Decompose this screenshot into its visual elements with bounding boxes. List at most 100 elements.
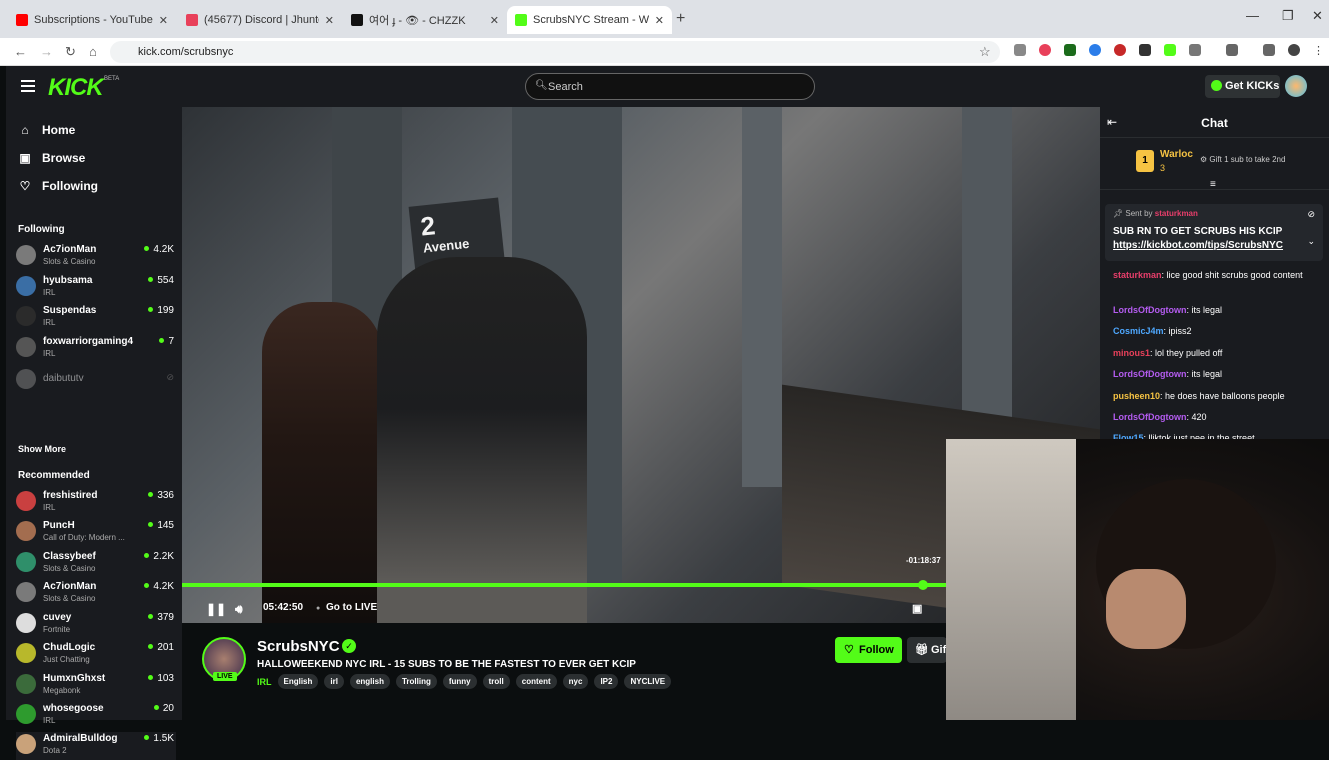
channel-item[interactable]: HumxnGhxst Megabonk 103 xyxy=(16,672,176,700)
minimize-button[interactable]: — xyxy=(1246,8,1259,23)
sidebar-item-home[interactable]: ⌂ Home xyxy=(18,123,75,137)
progress-handle[interactable] xyxy=(918,580,928,590)
gift-button[interactable]: 🎁︎ Gift xyxy=(907,637,947,663)
channel-item-offline[interactable]: daibututv ⊘ xyxy=(16,367,176,395)
tag[interactable]: NYCLIVE xyxy=(624,674,672,689)
chat-message: CosmicJ4m: ipiss2 xyxy=(1113,325,1319,338)
sidebar-item-following[interactable]: ♡ Following xyxy=(18,179,98,193)
person-figure xyxy=(377,257,587,623)
chat-user[interactable]: staturkman xyxy=(1113,270,1162,280)
tab-chzzk[interactable]: 여어 ɟ - 👁 - CHZZK ✕ xyxy=(343,6,507,34)
pause-icon[interactable]: ❚❚ xyxy=(206,602,226,616)
avatar xyxy=(16,613,36,633)
close-window-button[interactable]: ✕ xyxy=(1312,8,1323,24)
chat-user[interactable]: LordsOfDogtown xyxy=(1113,305,1187,315)
expand-icon[interactable]: ≡ xyxy=(1210,179,1216,190)
tag[interactable]: English xyxy=(277,674,319,689)
channel-item[interactable]: AdmiralBulldog Dota 2 1.5K xyxy=(16,732,176,760)
chat-text: : lol they pulled off xyxy=(1150,348,1223,358)
extension-icon[interactable] xyxy=(1114,44,1126,56)
pinned-user[interactable]: staturkman xyxy=(1155,209,1198,218)
bookmark-star-icon[interactable]: ☆ xyxy=(979,44,991,60)
show-more-button[interactable]: Show More xyxy=(18,444,66,454)
close-icon[interactable]: ✕ xyxy=(159,14,168,27)
channel-item[interactable]: foxwarriorgaming4 IRL 7 xyxy=(16,335,176,363)
follow-button[interactable]: ♡ Follow xyxy=(835,637,902,663)
reading-list-icon[interactable] xyxy=(1263,44,1275,56)
tab-youtube[interactable]: Subscriptions - YouTube ✕ xyxy=(8,6,176,34)
kick-logo[interactable]: KICK xyxy=(48,74,104,102)
tag[interactable]: troll xyxy=(482,674,510,689)
profile-icon[interactable] xyxy=(1288,44,1300,56)
extension-icon[interactable] xyxy=(1164,44,1176,56)
forward-icon[interactable]: → xyxy=(40,44,53,59)
pinned-link[interactable]: https://kickbot.com/tips/ScrubsNYC xyxy=(1113,240,1313,251)
channel-name: Suspendas xyxy=(43,305,97,316)
channel-item[interactable]: freshistired IRL 336 xyxy=(16,489,176,517)
volume-icon[interactable]: 🔊︎ xyxy=(235,602,243,617)
home-icon[interactable]: ⌂ xyxy=(89,44,97,59)
avatar xyxy=(16,521,36,541)
channel-item[interactable]: Ac7ionMan Slots & Casino 4.2K xyxy=(16,580,176,608)
puzzle-icon[interactable] xyxy=(1189,44,1201,56)
channel-item[interactable]: Suspendas IRL 199 xyxy=(16,304,176,332)
tag[interactable]: irl xyxy=(324,674,344,689)
extension-icon[interactable] xyxy=(1039,44,1051,56)
channel-item[interactable]: ChudLogic Just Chatting 201 xyxy=(16,641,176,669)
webcam-overlay xyxy=(946,439,1329,720)
close-icon[interactable]: ✕ xyxy=(325,14,334,27)
hamburger-menu-icon[interactable] xyxy=(21,80,35,92)
chat-text: : ipiss2 xyxy=(1163,326,1192,336)
tag[interactable]: Trolling xyxy=(395,674,437,689)
extension-icon[interactable] xyxy=(1139,44,1151,56)
channel-item[interactable]: cuvey Fortnite 379 xyxy=(16,611,176,639)
go-to-live-button[interactable]: Go to LIVE xyxy=(326,602,377,613)
cast-icon[interactable] xyxy=(1226,44,1238,56)
tab-discord[interactable]: (45677) Discord | Jhunter, R ✕ xyxy=(178,6,342,34)
menu-dots-icon[interactable]: ⋮ xyxy=(1313,44,1325,57)
reload-icon[interactable]: ↻ xyxy=(65,44,76,60)
channel-name[interactable]: ScrubsNYC xyxy=(257,638,340,655)
live-badge: LIVE xyxy=(213,672,237,681)
chat-user[interactable]: LordsOfDogtown xyxy=(1113,369,1187,379)
tab-kick[interactable]: ScrubsNYC Stream - Watch ✕ xyxy=(507,6,672,34)
leader-name[interactable]: Warloc xyxy=(1160,149,1193,160)
tag[interactable]: nyc xyxy=(562,674,589,689)
tag[interactable]: IP2 xyxy=(594,674,619,689)
chat-user[interactable]: LordsOfDogtown xyxy=(1113,412,1187,422)
new-tab-button[interactable]: + xyxy=(676,10,685,28)
viewer-count: 2.2K xyxy=(144,551,174,562)
sidebar-item-browse[interactable]: ▣ Browse xyxy=(18,151,85,165)
unpin-icon[interactable]: ⊘ xyxy=(1307,209,1315,220)
extension-icon[interactable] xyxy=(1064,44,1076,56)
gift-sub-prompt[interactable]: ⚙︎ Gift 1 sub to take 2nd xyxy=(1200,155,1285,164)
chat-user[interactable]: pusheen10 xyxy=(1113,391,1160,401)
tag[interactable]: english xyxy=(349,674,390,689)
restore-button[interactable]: ❐ xyxy=(1282,8,1294,24)
chat-user[interactable]: CosmicJ4m xyxy=(1113,326,1164,336)
channel-item[interactable]: PuncH Call of Duty: Modern ... 145 xyxy=(16,519,176,547)
webcam-face xyxy=(1106,569,1186,649)
tag[interactable]: content xyxy=(515,674,557,689)
channel-item[interactable]: Classybeef Slots & Casino 2.2K xyxy=(16,550,176,578)
extension-icon[interactable] xyxy=(1014,44,1026,56)
back-icon[interactable]: ← xyxy=(14,44,27,59)
chevron-down-icon[interactable]: ⌄ xyxy=(1307,236,1315,247)
close-icon[interactable]: ✕ xyxy=(655,14,664,27)
channel-name: Ac7ionMan xyxy=(43,244,97,255)
avatar xyxy=(16,491,36,511)
theater-mode-icon[interactable]: ▣ xyxy=(912,602,922,615)
tag[interactable]: funny xyxy=(442,674,477,689)
channel-item[interactable]: hyubsama IRL 554 xyxy=(16,274,176,302)
user-avatar[interactable] xyxy=(1285,75,1307,97)
channel-item[interactable]: whosegoose IRL 20 xyxy=(16,702,176,730)
extension-icon[interactable] xyxy=(1089,44,1101,56)
url-field[interactable]: kick.com/scrubsnyc xyxy=(110,41,1000,63)
chat-user[interactable]: minous1 xyxy=(1113,348,1150,358)
search-input[interactable]: 🔍︎ Search xyxy=(525,73,815,100)
kick-icon xyxy=(515,14,527,26)
stream-category[interactable]: IRL xyxy=(257,677,272,687)
close-icon[interactable]: ✕ xyxy=(490,14,499,27)
get-kicks-button[interactable]: Get KICKs xyxy=(1205,75,1280,98)
channel-item[interactable]: Ac7ionMan Slots & Casino 4.2K xyxy=(16,243,176,271)
